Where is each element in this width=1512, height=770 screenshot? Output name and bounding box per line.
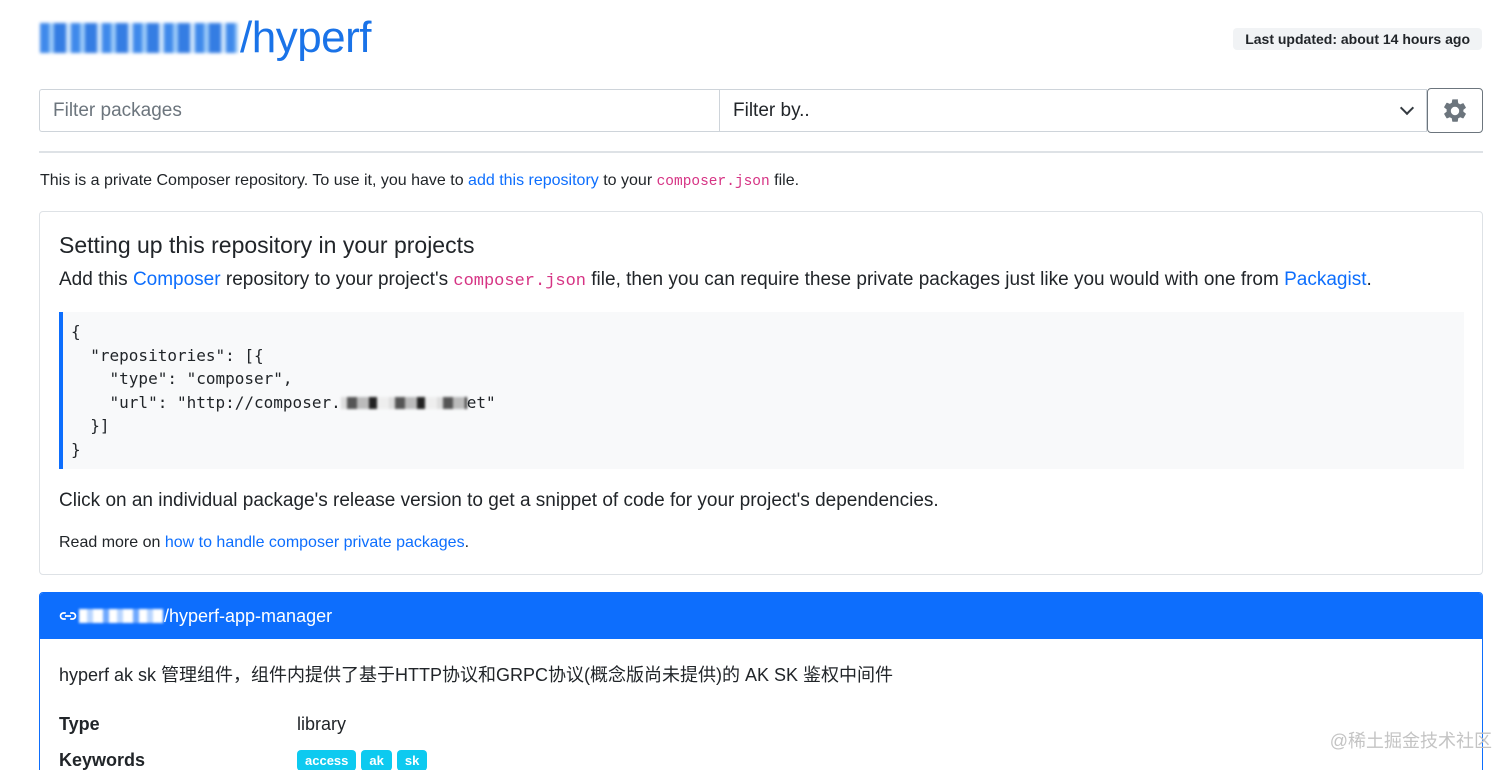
type-value: library: [297, 714, 347, 734]
setup-text-part: .: [1366, 269, 1372, 290]
code-line: }]: [71, 416, 110, 435]
divider: [39, 151, 1483, 153]
setup-text-part: Add this: [59, 269, 133, 290]
link-icon: [59, 612, 77, 620]
chevron-down-icon: [1399, 100, 1415, 116]
settings-button[interactable]: [1427, 88, 1483, 133]
read-more-prefix: Read more on: [59, 534, 165, 551]
intro-text: This is a private Composer repository. T…: [40, 172, 799, 190]
package-name: /hyperf-app-manager: [164, 605, 333, 626]
keyword-badge[interactable]: sk: [396, 750, 428, 770]
site-title-suffix: /hyperf: [240, 13, 372, 62]
code-line: "url": "http://composer.: [71, 392, 341, 412]
add-repository-link[interactable]: add this repository: [468, 172, 599, 189]
intro-text-part: file.: [769, 172, 800, 189]
composer-link[interactable]: Composer: [133, 269, 221, 290]
intro-text-part: to your: [598, 172, 657, 189]
setup-title: Setting up this repository in your proje…: [59, 232, 475, 258]
watermark: @稀土掘金技术社区: [1329, 731, 1492, 751]
filter-packages-input[interactable]: [39, 89, 719, 132]
redacted-vendor-name: [79, 609, 163, 623]
type-label: Type: [59, 714, 100, 734]
keyword-badge[interactable]: ak: [361, 750, 392, 770]
setup-text-part: repository to your project's: [220, 269, 454, 290]
filter-bar: Filter by..: [39, 88, 1483, 134]
code-line: "repositories": [{: [71, 345, 264, 365]
code-line: }: [71, 439, 81, 459]
read-more: Read more on how to handle composer priv…: [59, 534, 469, 552]
keywords-label: Keywords: [59, 750, 146, 770]
package-header[interactable]: /hyperf-app-manager: [40, 593, 1482, 639]
click-instructions: Click on an individual package's release…: [59, 490, 939, 511]
package-card: /hyperf-app-manager hyperf ak sk 管理组件，组件…: [39, 592, 1483, 770]
keyword-badge[interactable]: access: [297, 750, 357, 770]
composer-json-code: composer.json: [656, 174, 770, 190]
last-updated-badge: Last updated: about 14 hours ago: [1233, 28, 1482, 50]
redacted-vendor-name: [40, 23, 238, 53]
gear-icon: [1444, 98, 1466, 122]
repository-code-block[interactable]: { "repositories": [{ "type": "composer",…: [59, 312, 1464, 469]
package-description: hyperf ak sk 管理组件，组件内提供了基于HTTP协议和GRPC协议(…: [59, 665, 894, 685]
packagist-link[interactable]: Packagist: [1284, 269, 1366, 290]
intro-text-part: This is a private Composer repository. T…: [40, 172, 469, 189]
setup-text-part: file, then you can require these private…: [586, 269, 1285, 290]
keywords-list: access ak sk: [297, 750, 428, 770]
redacted-url: [340, 397, 467, 409]
page: /hyperf Last updated: about 14 hours ago…: [0, 0, 1512, 770]
site-title[interactable]: /hyperf: [40, 10, 372, 66]
setup-description: Add this Composer repository to your pro…: [59, 269, 1372, 291]
code-line: {: [71, 322, 81, 341]
filter-by-label: Filter by..: [733, 99, 810, 121]
private-packages-link[interactable]: how to handle composer private packages: [165, 534, 465, 551]
code-line: "type": "composer",: [71, 369, 293, 388]
code-line: et": [466, 392, 496, 412]
read-more-suffix: .: [464, 534, 470, 551]
setup-card: Setting up this repository in your proje…: [39, 211, 1483, 575]
composer-json-code: composer.json: [453, 272, 586, 291]
filter-by-select[interactable]: Filter by..: [719, 89, 1427, 132]
